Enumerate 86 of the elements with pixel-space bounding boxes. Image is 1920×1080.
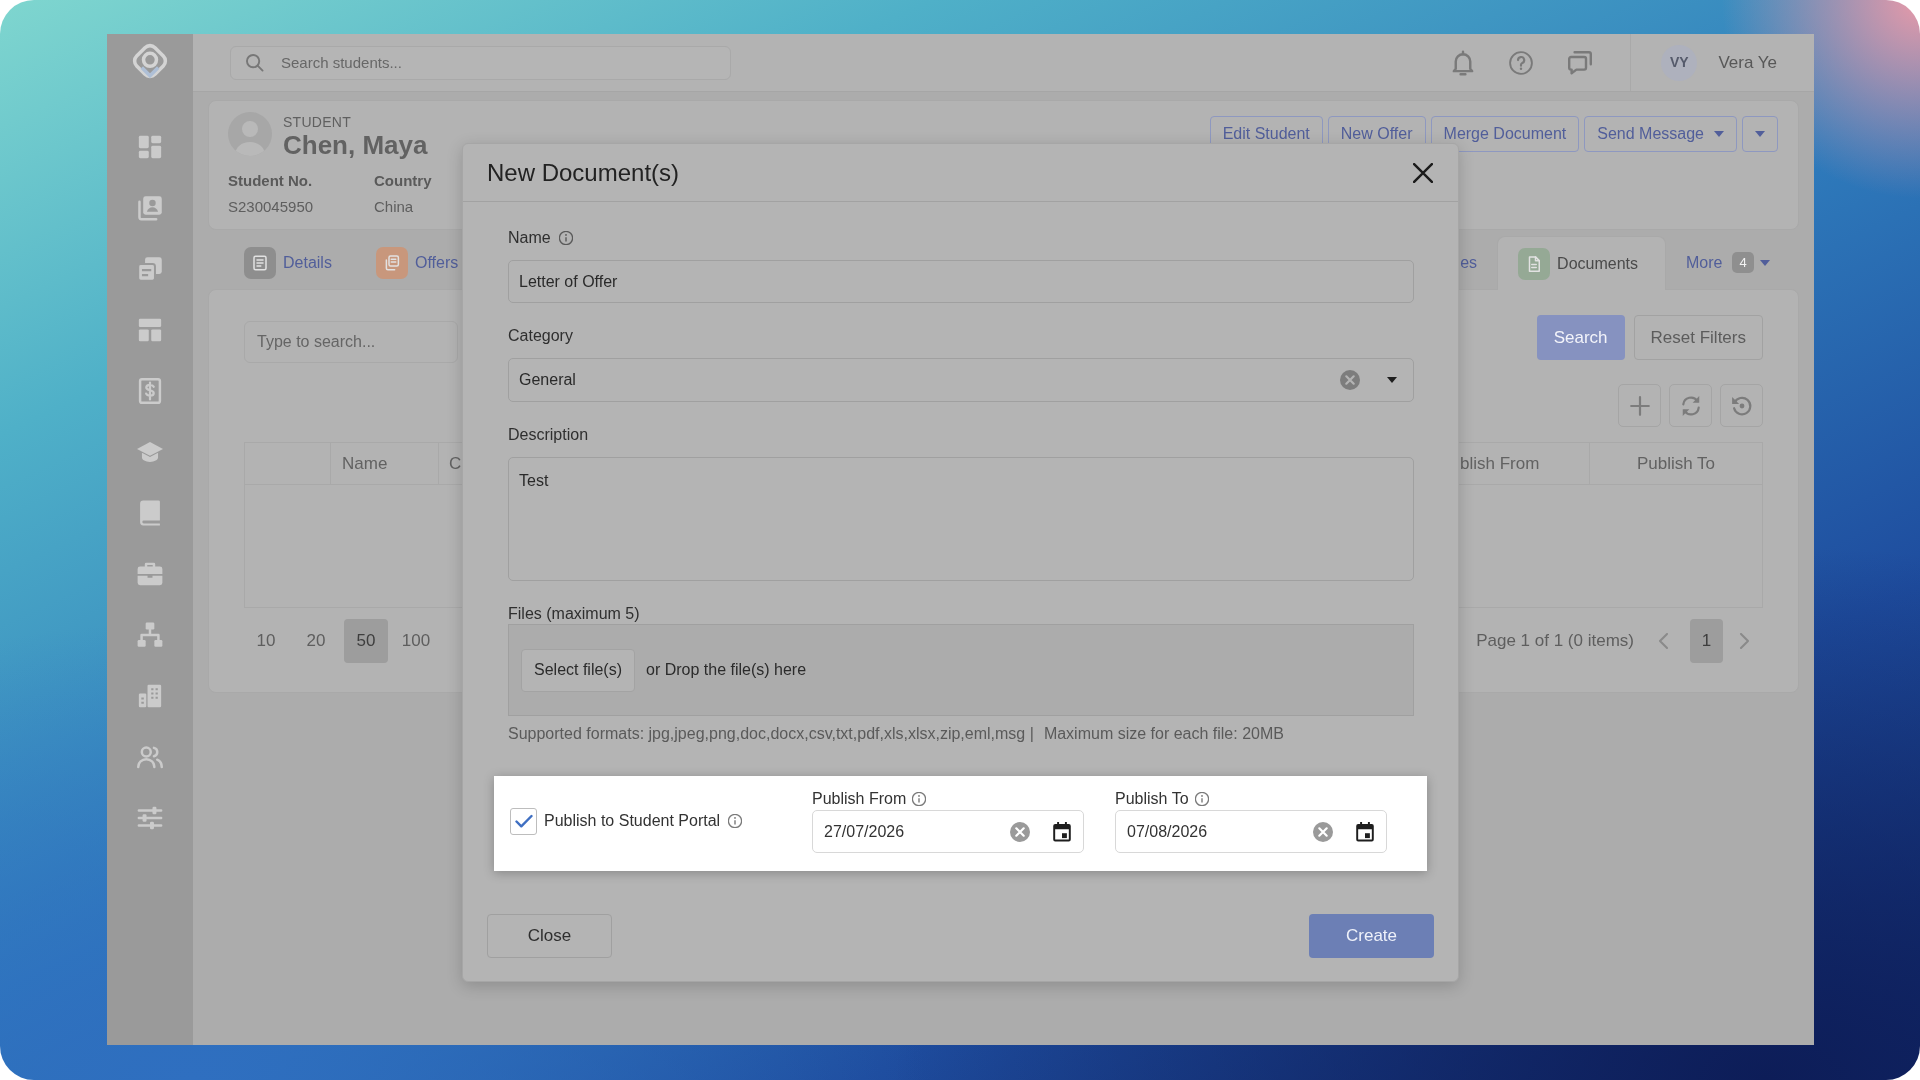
field-label: Student No. bbox=[228, 171, 314, 191]
page-size-option[interactable]: 20 bbox=[294, 619, 338, 663]
textarea-field[interactable]: Test bbox=[508, 457, 1414, 581]
select-field[interactable]: General bbox=[508, 358, 1414, 402]
filter-search-field[interactable]: Type to search... bbox=[244, 321, 458, 363]
select-files-button[interactable]: Select file(s) bbox=[521, 648, 636, 692]
hint-text: Supported formats: jpg,jpeg,png,doc,docx,csv,txt,pdf,xls,xlsx,zip,eml,msg | bbox=[508, 724, 1034, 744]
checkbox-label[interactable]: Publish to Student Portal bbox=[544, 809, 721, 833]
graduation-cap-icon[interactable] bbox=[137, 439, 163, 465]
circular-arrow-icon bbox=[1730, 394, 1753, 417]
tab[interactable]: es bbox=[1460, 236, 1478, 289]
tab[interactable]: Documents bbox=[1497, 236, 1666, 290]
field-label: Category bbox=[508, 326, 573, 346]
dashboard-icon[interactable] bbox=[137, 134, 163, 160]
checkmark-icon bbox=[514, 814, 533, 828]
calendar-icon[interactable] bbox=[1356, 821, 1374, 842]
field-label: Publish From bbox=[812, 789, 907, 809]
add-button[interactable] bbox=[1618, 384, 1661, 427]
hint-text: Maximum size for each file: 20MB bbox=[1043, 724, 1284, 744]
text-field[interactable]: Letter of Offer bbox=[508, 260, 1414, 303]
dropdown-toggle-button[interactable] bbox=[1742, 116, 1778, 152]
record-type-label: STUDENT bbox=[283, 114, 353, 130]
buildings-icon[interactable] bbox=[137, 683, 163, 709]
column-header: Name bbox=[342, 452, 388, 475]
count-badge: 4 bbox=[1732, 252, 1754, 273]
clear-icon[interactable] bbox=[1010, 821, 1030, 842]
user-name[interactable]: Vera Ye bbox=[1718, 49, 1777, 76]
layout-icon[interactable] bbox=[137, 317, 163, 343]
close-icon bbox=[1413, 162, 1433, 183]
caret-icon bbox=[1714, 131, 1724, 137]
column-header: Publish To bbox=[1636, 452, 1716, 475]
plus-icon bbox=[1628, 394, 1651, 417]
refresh-button[interactable] bbox=[1669, 384, 1712, 427]
field-label: Publish To bbox=[1115, 789, 1189, 809]
notification-bell-icon[interactable] bbox=[1452, 49, 1475, 76]
hierarchy-icon[interactable] bbox=[137, 622, 163, 648]
caret-icon bbox=[1755, 131, 1765, 137]
student-name: Chen, Maya bbox=[283, 130, 428, 160]
field-label: Files (maximum 5) bbox=[508, 604, 640, 624]
close-dialog-button[interactable]: Close bbox=[487, 914, 612, 958]
chat-icon[interactable] bbox=[1568, 50, 1593, 75]
caret-icon bbox=[1759, 259, 1770, 266]
field-value: China bbox=[374, 197, 415, 217]
user-avatar[interactable]: VY bbox=[1661, 44, 1698, 81]
search-icon bbox=[246, 53, 264, 72]
date-field[interactable]: 27/07/2026 bbox=[812, 810, 1084, 853]
column-header: blish From bbox=[1460, 452, 1540, 475]
drop-hint: or Drop the file(s) here bbox=[646, 660, 807, 680]
caret-icon bbox=[1387, 377, 1397, 383]
dollar-document-icon[interactable] bbox=[137, 378, 163, 404]
reset-button[interactable] bbox=[1720, 384, 1763, 427]
page-size-option[interactable]: 100 bbox=[394, 619, 438, 663]
briefcase-icon[interactable] bbox=[137, 561, 163, 587]
dialog-title: New Document(s) bbox=[487, 157, 680, 188]
checkbox[interactable] bbox=[510, 807, 537, 835]
field-label: Name bbox=[508, 228, 551, 248]
book-icon[interactable] bbox=[137, 500, 163, 526]
reset-filters-button[interactable]: Reset Filters bbox=[1633, 315, 1763, 360]
chevron-right-icon[interactable] bbox=[1738, 633, 1750, 649]
date-field[interactable]: 07/08/2026 bbox=[1115, 810, 1387, 853]
help-icon[interactable] bbox=[1509, 50, 1534, 75]
search-button[interactable]: Search bbox=[1536, 315, 1625, 360]
more-dropdown[interactable]: More 4 bbox=[1686, 236, 1778, 289]
tab[interactable]: Details bbox=[244, 236, 376, 289]
dropdown-button[interactable]: Send Message bbox=[1584, 116, 1737, 152]
clear-icon[interactable] bbox=[1340, 370, 1360, 390]
calendar-icon[interactable] bbox=[1053, 821, 1071, 842]
clear-icon[interactable] bbox=[1313, 821, 1333, 842]
contact-cards-icon[interactable] bbox=[137, 195, 163, 221]
create-button[interactable]: Create bbox=[1309, 914, 1434, 958]
column-header: C bbox=[449, 452, 462, 475]
chevron-left-icon[interactable] bbox=[1658, 633, 1670, 649]
page-size-option[interactable]: 10 bbox=[244, 619, 288, 663]
people-icon[interactable] bbox=[137, 744, 163, 770]
sliders-icon[interactable] bbox=[137, 805, 163, 831]
page-size-option[interactable]: 50 bbox=[344, 619, 388, 663]
page-number[interactable]: 1 bbox=[1690, 619, 1723, 663]
field-value: S230045950 bbox=[228, 197, 315, 217]
tab[interactable]: Offers bbox=[376, 236, 459, 289]
file-drop-zone[interactable]: Select file(s) or Drop the file(s) here bbox=[508, 624, 1414, 716]
logo-icon[interactable] bbox=[130, 41, 170, 81]
page-summary: Page 1 of 1 (0 items) bbox=[1476, 630, 1634, 653]
refresh-icon bbox=[1679, 394, 1702, 417]
field-label: Description bbox=[508, 425, 589, 445]
search-field[interactable]: Search students... bbox=[230, 45, 731, 80]
copy-documents-icon[interactable] bbox=[137, 256, 163, 282]
